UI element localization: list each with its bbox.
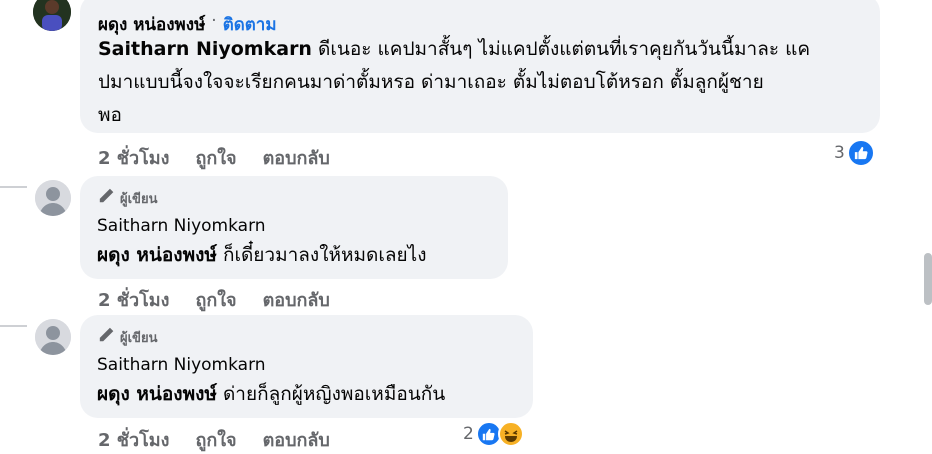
thread-line xyxy=(0,186,27,188)
avatar[interactable] xyxy=(33,0,71,31)
reaction-count: 3 xyxy=(834,143,845,163)
reply-text: ด่ายก็ลูกผู้หญิงพอเหมือนกัน xyxy=(216,383,446,405)
pencil-icon xyxy=(97,326,115,348)
author-badge: ผู้เขียน xyxy=(120,191,158,207)
like-button[interactable]: ถูกใจ xyxy=(195,143,236,172)
mention-link[interactable]: Saitharn Niyomkarn xyxy=(98,38,312,60)
reaction-summary[interactable]: 3 xyxy=(834,139,875,167)
reply-actions: 2 ชั่วโมง ถูกใจ ตอบกลับ xyxy=(98,285,330,314)
reply-text: ก็เดี๋ยวมาลงให้หมดเลยไง xyxy=(216,244,427,266)
timestamp-link[interactable]: 2 ชั่วโมง xyxy=(98,143,169,172)
mention-link[interactable]: ผดุง หน่องพงษ์ xyxy=(97,244,217,266)
avatar[interactable] xyxy=(35,319,71,355)
comment-actions: 2 ชั่วโมง ถูกใจ ตอบกลับ xyxy=(98,143,330,172)
timestamp-link[interactable]: 2 ชั่วโมง xyxy=(98,425,169,454)
like-button[interactable]: ถูกใจ xyxy=(195,425,236,454)
reply-author[interactable]: Saitharn Niyomkarn xyxy=(97,355,266,375)
author-badge: ผู้เขียน xyxy=(120,330,158,346)
like-icon xyxy=(846,139,875,167)
mention-link[interactable]: ผดุง หน่องพงษ์ xyxy=(97,383,217,405)
comment-text: พอ xyxy=(98,104,122,126)
reply-bubble: ผู้เขียน Saitharn Niyomkarn ผดุง หน่องพง… xyxy=(80,315,533,418)
reply-button[interactable]: ตอบกลับ xyxy=(263,285,330,314)
avatar[interactable] xyxy=(35,180,71,216)
comment-bubble: ผดุง หน่องพงษ์ · ติดตาม Saitharn Niyomka… xyxy=(80,0,880,133)
timestamp-link[interactable]: 2 ชั่วโมง xyxy=(98,285,169,314)
scrollbar[interactable] xyxy=(924,253,932,305)
pencil-icon xyxy=(97,187,115,209)
thread-line xyxy=(0,325,27,327)
reaction-summary[interactable]: 2 xyxy=(463,421,524,447)
reply-button[interactable]: ตอบกลับ xyxy=(263,425,330,454)
reply-button[interactable]: ตอบกลับ xyxy=(263,143,330,172)
reply-author[interactable]: Saitharn Niyomkarn xyxy=(97,216,266,236)
like-button[interactable]: ถูกใจ xyxy=(195,285,236,314)
comment-text: ดีเนอะ แคปมาสั้นๆ ไม่แคปตั้งแต่ตนที่เราค… xyxy=(311,38,811,60)
comment-text: ปมาแบบนี้จงใจจะเรียกคนมาด่าตั้มหรอ ด่ามา… xyxy=(98,71,764,93)
reaction-count: 2 xyxy=(463,424,474,444)
reply-actions: 2 ชั่วโมง ถูกใจ ตอบกลับ xyxy=(98,425,330,454)
reply-bubble: ผู้เขียน Saitharn Niyomkarn ผดุง หน่องพง… xyxy=(80,176,508,279)
haha-icon xyxy=(497,421,524,447)
